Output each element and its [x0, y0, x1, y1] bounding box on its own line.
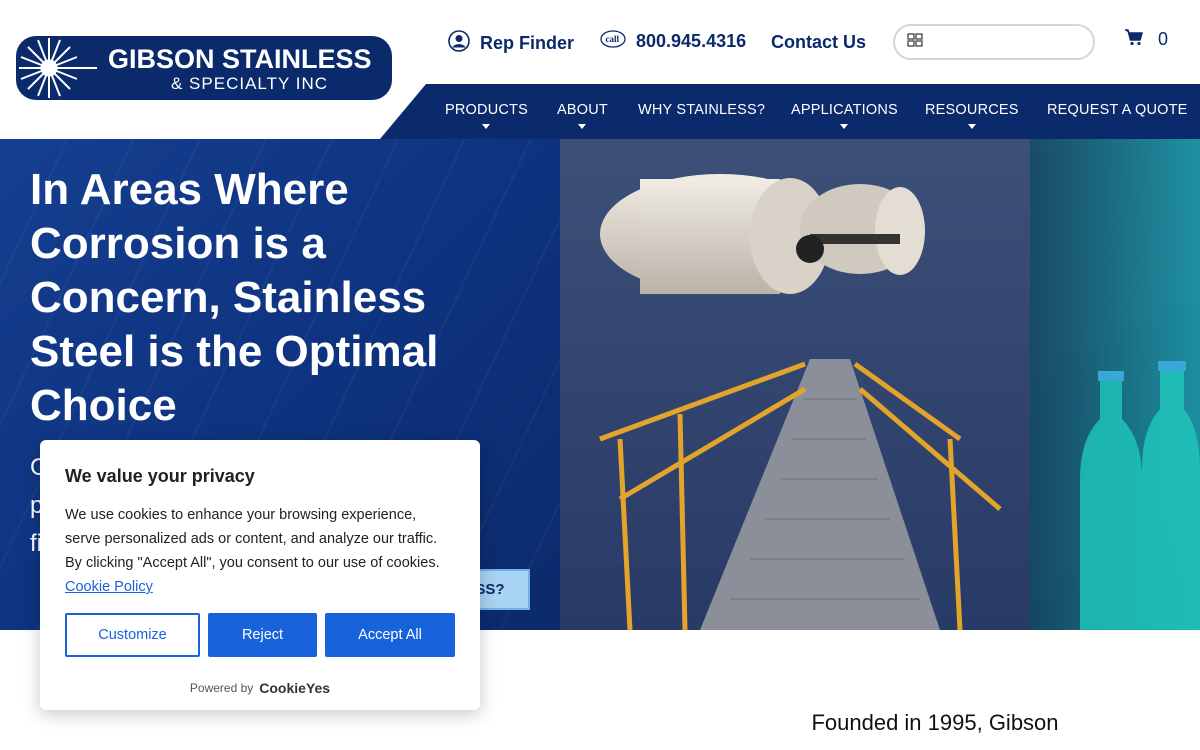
- cart-button[interactable]: 0: [1124, 28, 1168, 51]
- search-input[interactable]: [931, 30, 1081, 54]
- logo-line2: & SPECIALTY INC: [171, 74, 328, 93]
- cookie-policy-link[interactable]: Cookie Policy: [65, 579, 153, 595]
- reject-button[interactable]: Reject: [208, 613, 317, 657]
- user-circle-icon: [448, 30, 470, 57]
- chevron-down-icon: [578, 124, 587, 129]
- cookieyes-logo: CookieYes: [259, 680, 331, 696]
- cookie-consent-dialog: We value your privacy We use cookies to …: [40, 440, 480, 710]
- contact-us-link[interactable]: Contact Us: [771, 32, 866, 53]
- phone-number: 800.945.4316: [636, 31, 747, 51]
- nav-resources[interactable]: RESOURCES: [925, 102, 1019, 129]
- main-nav: PRODUCTS ABOUT WHY STAINLESS? APPLICATIO…: [380, 84, 1200, 139]
- nav-why-stainless[interactable]: WHY STAINLESS?: [638, 102, 765, 118]
- nav-about[interactable]: ABOUT: [557, 102, 608, 129]
- rep-finder-link[interactable]: Rep Finder: [448, 30, 574, 57]
- intro-text: Founded in 1995, Gibson: [811, 710, 1059, 735]
- svg-text:call: call: [606, 34, 620, 44]
- chevron-down-icon: [482, 124, 491, 129]
- phone-link[interactable]: call 800.945.4316: [600, 30, 746, 53]
- cart-count: 0: [1158, 29, 1169, 49]
- cookie-body: We use cookies to enhance your browsing …: [65, 507, 440, 595]
- phone-call-icon: call: [600, 30, 626, 53]
- site-header: GIBSON STAINLESS & SPECIALTY INC Rep Fin…: [0, 0, 1200, 139]
- logo-line1: GIBSON STAINLESS: [108, 44, 372, 74]
- utility-bar: Rep Finder call 800.945.4316 Contact Us: [440, 18, 1200, 66]
- customize-button[interactable]: Customize: [65, 613, 200, 657]
- powered-by: Powered by CookieYes: [189, 680, 331, 696]
- shopping-cart-icon: [1124, 28, 1144, 51]
- accept-all-button[interactable]: Accept All: [325, 613, 455, 657]
- cookie-buttons: Customize Reject Accept All: [65, 613, 455, 657]
- nav-request-quote[interactable]: REQUEST A QUOTE: [1047, 102, 1188, 118]
- nav-applications[interactable]: APPLICATIONS: [791, 102, 898, 129]
- nav-products[interactable]: PRODUCTS: [445, 102, 528, 129]
- rep-finder-label: Rep Finder: [480, 33, 575, 53]
- page: GIBSON STAINLESS & SPECIALTY INC Rep Fin…: [0, 0, 1200, 750]
- cookie-title: We value your privacy: [65, 466, 255, 486]
- search-box[interactable]: [893, 24, 1095, 60]
- hero-image: [560, 139, 1200, 630]
- search-grid-icon: [907, 32, 923, 53]
- chevron-down-icon: [840, 124, 849, 129]
- hero-title: In Areas Where Corrosion is a Concern, S…: [30, 165, 439, 430]
- chevron-down-icon: [967, 124, 976, 129]
- brand-logo[interactable]: GIBSON STAINLESS & SPECIALTY INC: [16, 36, 392, 100]
